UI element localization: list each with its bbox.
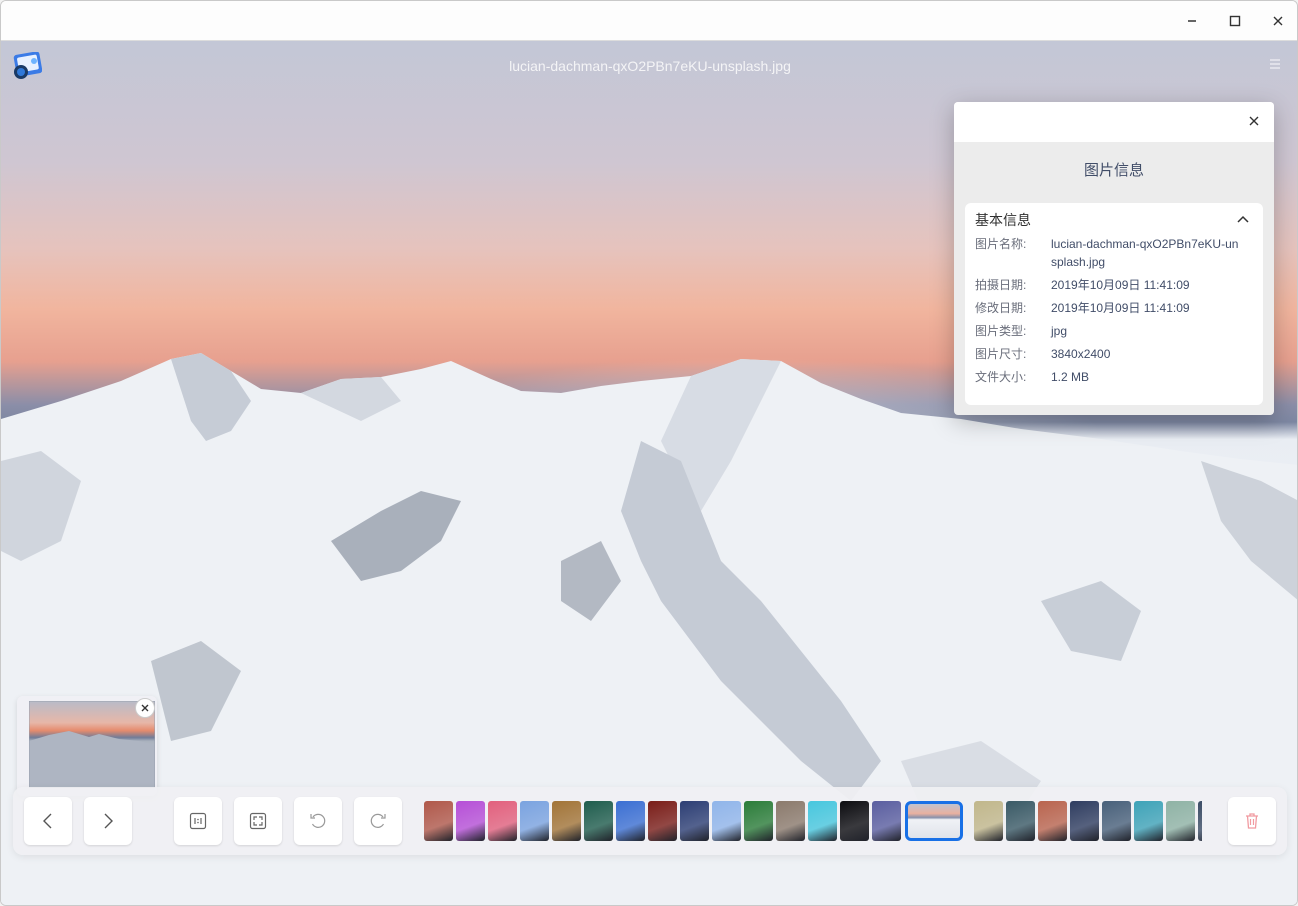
file-title: lucian-dachman-qxO2PBn7eKU-unsplash.jpg [509,58,791,74]
rotate-right-icon [370,813,386,828]
thumbnail[interactable] [424,801,453,841]
thumbnail[interactable] [456,801,485,841]
thumbnail[interactable] [1038,801,1067,841]
image-viewer-window: lucian-dachman-qxO2PBn7eKU-unsplash.jpg … [0,0,1298,906]
navigation-preview[interactable] [17,696,157,796]
thumbnail[interactable] [616,801,645,841]
chevron-left-icon [43,813,52,829]
thumbnail-current[interactable] [905,801,963,841]
info-key: 图片类型: [975,324,1027,338]
thumbnail[interactable] [872,801,901,841]
info-value: lucian-dachman-qxO2PBn7eKU-unsplash.jpg [1051,237,1239,269]
original-size-button[interactable] [174,797,222,845]
info-key: 拍摄日期: [975,278,1027,292]
thumbnail[interactable] [520,801,549,841]
image-info-panel: 图片信息 基本信息 图片名称: lucian-dachman-qxO2PBn7e… [954,102,1274,415]
thumbnail-strip[interactable] [424,801,1202,841]
info-value: 3840x2400 [1051,347,1111,361]
info-key: 修改日期: [975,301,1027,315]
thumbnail[interactable] [648,801,677,841]
section-title: 基本信息 [975,212,1031,228]
thumbnail[interactable] [1134,801,1163,841]
thumbnail[interactable] [1166,801,1195,841]
minimize-button[interactable] [1175,7,1209,35]
thumbnail[interactable] [840,801,869,841]
thumbnail[interactable] [1070,801,1099,841]
next-button[interactable] [84,797,132,845]
info-row-type: 图片类型: jpg [975,322,1253,340]
info-value: 2019年10月09日 11:41:09 [1051,278,1190,292]
close-window-button[interactable] [1261,7,1295,35]
thumbnail[interactable] [1006,801,1035,841]
close-icon [1249,116,1259,126]
chevron-up-icon[interactable] [1235,212,1251,228]
thumbnail[interactable] [488,801,517,841]
previous-button[interactable] [24,797,72,845]
info-row-name: 图片名称: lucian-dachman-qxO2PBn7eKU-unsplas… [975,235,1253,271]
info-value: jpg [1051,324,1068,338]
window-titlebar[interactable] [1,1,1297,41]
close-icon [1273,16,1283,26]
thumbnail[interactable] [1198,801,1202,841]
thumbnail[interactable] [744,801,773,841]
hamburger-menu-icon [1270,59,1280,69]
thumbnail[interactable] [776,801,805,841]
info-panel-close-button[interactable] [1244,111,1264,131]
info-row-dimensions: 图片尺寸: 3840x2400 [975,345,1253,363]
thumbnail[interactable] [808,801,837,841]
thumbnail[interactable] [584,801,613,841]
info-value: 2019年10月09日 11:41:09 [1051,301,1190,315]
close-icon [141,704,149,712]
minimize-icon [1188,20,1196,22]
info-row-file-size: 文件大小: 1.2 MB [975,368,1253,386]
basic-info-section: 基本信息 图片名称: lucian-dachman-qxO2PBn7eKU-un… [965,203,1263,405]
rotate-right-button[interactable] [354,797,402,845]
rotate-left-button[interactable] [294,797,342,845]
rotate-left-icon [310,813,326,828]
info-panel-header [954,102,1274,142]
fit-window-icon [249,812,267,830]
maximize-icon [1229,15,1241,27]
navigation-close-button[interactable] [135,698,155,718]
info-row-shot-date: 拍摄日期: 2019年10月09日 11:41:09 [975,276,1253,294]
thumbnail[interactable] [552,801,581,841]
bottom-toolbar [13,787,1287,855]
thumbnail[interactable] [680,801,709,841]
info-value: 1.2 MB [1051,370,1090,384]
actual-size-icon [189,812,207,830]
info-key: 图片尺寸: [975,347,1027,361]
trash-icon [1246,813,1258,829]
info-key: 文件大小: [975,370,1027,384]
maximize-button[interactable] [1218,7,1252,35]
info-panel-title: 图片信息 [1083,162,1144,179]
info-key: 图片名称: [975,237,1027,251]
main-menu-button[interactable] [1265,57,1285,75]
info-row-modified-date: 修改日期: 2019年10月09日 11:41:09 [975,299,1253,317]
chevron-right-icon [104,813,113,829]
basic-info-header[interactable]: 基本信息 [975,210,1253,230]
thumbnail[interactable] [712,801,741,841]
fit-window-button[interactable] [234,797,282,845]
delete-button[interactable] [1228,797,1276,845]
thumbnail[interactable] [974,801,1003,841]
thumbnail[interactable] [1102,801,1131,841]
